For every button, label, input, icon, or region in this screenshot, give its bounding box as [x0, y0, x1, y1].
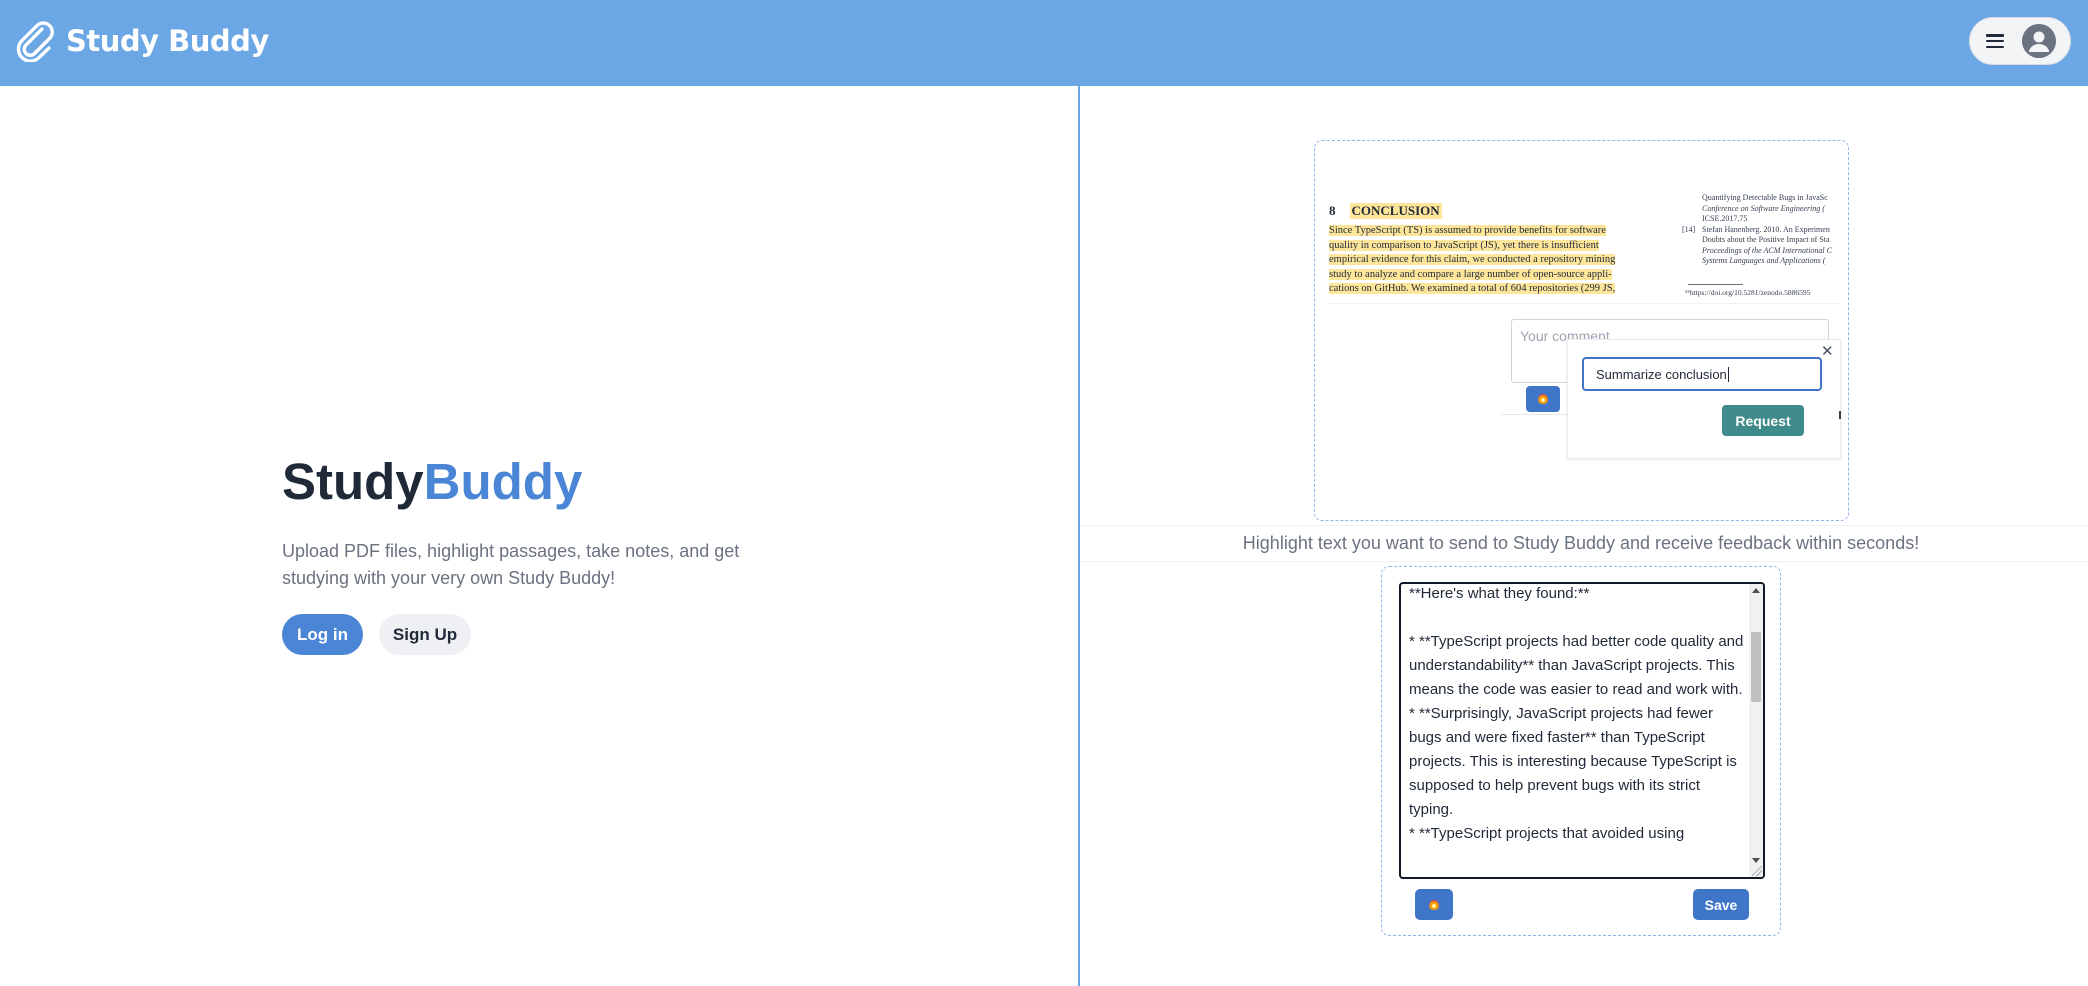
hero-title: StudyBuddy: [282, 452, 582, 511]
user-menu-button[interactable]: [1969, 17, 2071, 65]
pdf-references: Quantifying Detectable Bugs in JavaSc Co…: [1682, 193, 1848, 267]
text-caret: [1727, 366, 1729, 382]
hero-subtitle: Upload PDF files, highlight passages, ta…: [282, 541, 740, 588]
request-input[interactable]: Summarize conclusion: [1582, 357, 1822, 391]
save-button[interactable]: Save: [1693, 889, 1749, 920]
ref-line: Stefan Hanenberg. 2010. An Experimen: [1702, 224, 1830, 234]
scroll-tick: [1839, 411, 1841, 419]
response-text: **Here's what they found:** * **TypeScri…: [1409, 585, 1744, 842]
flame-icon: [1429, 899, 1439, 910]
request-popup: ✕ Summarize conclusion Request: [1567, 339, 1841, 459]
response-textarea[interactable]: **Here's what they found:** * **TypeScri…: [1399, 582, 1765, 879]
request-button[interactable]: Request: [1722, 405, 1804, 436]
flame-icon: [1538, 394, 1548, 404]
resize-handle-icon[interactable]: [1752, 866, 1762, 876]
pdf-line: Since TypeScript (TS) is assumed to prov…: [1329, 225, 1606, 236]
user-avatar-icon: [2022, 24, 2056, 58]
demo-screenshot: 8 CONCLUSION Since TypeScript (TS) is as…: [1314, 140, 1849, 521]
paperclip-icon: [16, 21, 54, 62]
pdf-section-title: CONCLUSION: [1349, 203, 1442, 219]
pdf-section-number: 8: [1329, 203, 1336, 218]
top-navbar: Study Buddy: [0, 0, 2088, 86]
comment-ai-button[interactable]: [1526, 386, 1560, 412]
pdf-line: empirical evidence for this claim, we co…: [1329, 254, 1616, 266]
scroll-down-icon[interactable]: [1752, 858, 1760, 863]
pdf-line: cations on GitHub. We examined a total o…: [1329, 283, 1616, 295]
response-ai-button[interactable]: [1415, 889, 1453, 920]
pdf-highlighted-paragraph: Since TypeScript (TS) is assumed to prov…: [1329, 224, 1649, 297]
feature-caption: Highlight text you want to send to Study…: [1242, 533, 1920, 553]
ref-line: Systems Languages and Applications (: [1702, 256, 1826, 265]
pdf-section-heading: 8 CONCLUSION: [1329, 203, 1649, 219]
request-input-value: Summarize conclusion: [1596, 366, 1727, 382]
ref-line: Proceedings of the ACM International C: [1702, 245, 1832, 255]
signup-button[interactable]: Sign Up: [379, 614, 471, 655]
hamburger-icon: [1986, 34, 2004, 48]
scrollbar-thumb[interactable]: [1751, 632, 1761, 702]
ref-line: Conference on Software Engineering (: [1702, 203, 1825, 213]
page-separator: [1329, 303, 1839, 304]
pdf-line: study to analyze and compare a large num…: [1329, 268, 1612, 280]
pdf-footnote: ¹⁵https://doi.org/10.5281/zenodo.5886595: [1685, 288, 1811, 297]
ref-line: Doubts about the Positive Impact of Sta: [1702, 235, 1830, 244]
hero-title-buddy: Buddy: [423, 453, 583, 510]
app-name: Study Buddy: [66, 24, 269, 58]
scroll-up-icon[interactable]: [1752, 588, 1760, 593]
scrollbar[interactable]: [1749, 584, 1763, 877]
vertical-divider: [1078, 86, 1080, 986]
ref-line: ICSE.2017.75: [1702, 214, 1748, 223]
ref-number: [14]: [1682, 224, 1696, 234]
response-demo: **Here's what they found:** * **TypeScri…: [1381, 566, 1781, 936]
footnote-rule: [1688, 284, 1743, 285]
pdf-line: quality in comparison to JavaScript (JS)…: [1329, 239, 1599, 251]
login-button[interactable]: Log in: [282, 614, 363, 655]
close-icon[interactable]: ✕: [1821, 342, 1834, 360]
ref-line: Quantifying Detectable Bugs in JavaSc: [1702, 193, 1828, 202]
app-logo[interactable]: Study Buddy: [16, 20, 269, 62]
hero-title-study: Study: [282, 453, 424, 510]
pdf-conclusion-section: 8 CONCLUSION Since TypeScript (TS) is as…: [1329, 203, 1649, 297]
divider: [1501, 414, 1571, 415]
